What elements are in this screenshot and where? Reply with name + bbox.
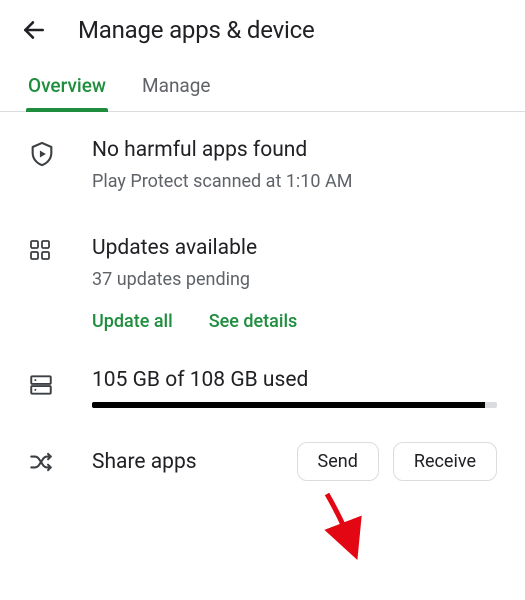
- share-apps-row: Share apps Send Receive: [0, 408, 525, 481]
- tab-label: Overview: [28, 74, 106, 97]
- share-buttons: Send Receive: [297, 442, 497, 481]
- tab-manage[interactable]: Manage: [142, 74, 211, 111]
- play-protect-title: No harmful apps found: [92, 136, 497, 164]
- send-button[interactable]: Send: [297, 442, 379, 481]
- receive-button[interactable]: Receive: [393, 442, 497, 481]
- storage-body: 105 GB of 108 GB used: [92, 368, 497, 408]
- app-bar: Manage apps & device: [0, 0, 525, 56]
- storage-bar: [92, 402, 497, 408]
- updates-body: Updates available 37 updates pending Upd…: [92, 234, 497, 333]
- updates-row[interactable]: Updates available 37 updates pending Upd…: [0, 210, 525, 333]
- tab-overview[interactable]: Overview: [28, 74, 106, 111]
- see-details-button[interactable]: See details: [209, 311, 298, 332]
- shield-play-icon: [28, 136, 60, 168]
- storage-row[interactable]: 105 GB of 108 GB used: [0, 332, 525, 408]
- play-protect-body: No harmful apps found Play Protect scann…: [92, 136, 497, 194]
- back-button[interactable]: [18, 14, 50, 46]
- content-area: No harmful apps found Play Protect scann…: [0, 112, 525, 481]
- tab-label: Manage: [142, 74, 211, 97]
- storage-icon: [28, 368, 60, 398]
- shuffle-icon: [28, 449, 60, 475]
- share-apps-label: Share apps: [92, 450, 197, 474]
- page-title: Manage apps & device: [78, 16, 315, 44]
- updates-actions: Update all See details: [92, 311, 497, 332]
- play-protect-row[interactable]: No harmful apps found Play Protect scann…: [0, 112, 525, 194]
- tab-bar: Overview Manage: [0, 56, 525, 112]
- storage-text: 105 GB of 108 GB used: [92, 368, 497, 392]
- play-protect-subtitle: Play Protect scanned at 1:10 AM: [92, 170, 497, 193]
- updates-subtitle: 37 updates pending: [92, 268, 497, 291]
- arrow-left-icon: [21, 17, 47, 43]
- annotation-arrow: [312, 490, 372, 560]
- update-all-button[interactable]: Update all: [92, 311, 173, 332]
- apps-grid-icon: [28, 234, 60, 262]
- updates-title: Updates available: [92, 234, 497, 262]
- storage-bar-fill: [92, 402, 485, 408]
